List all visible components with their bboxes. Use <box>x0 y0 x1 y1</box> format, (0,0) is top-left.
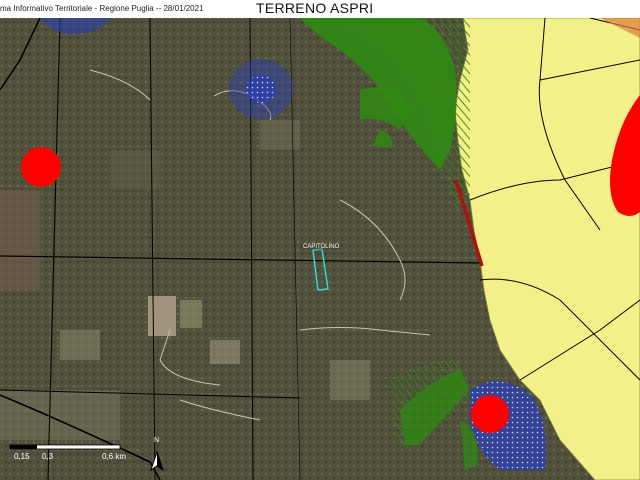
map-header: ma Informativo Territoriale - Regione Pu… <box>0 0 640 18</box>
parcel-label: CAPITOLINO <box>302 244 341 250</box>
map-view: ma Informativo Territoriale - Regione Pu… <box>0 0 640 480</box>
risk-zone-south <box>471 395 509 433</box>
risk-zone-west <box>21 147 61 187</box>
north-arrow-label: N <box>154 437 160 444</box>
scale-label-2: 0,3 <box>42 452 54 461</box>
scale-label-3: 0,6 km <box>102 452 127 461</box>
map-title: TERRENO ASPRI <box>256 0 374 16</box>
water-buffer-north <box>229 59 293 119</box>
scale-bar <box>9 444 121 450</box>
map-credit: ma Informativo Territoriale - Regione Pu… <box>0 4 204 13</box>
scale-label-1: 0,15 <box>14 452 30 461</box>
